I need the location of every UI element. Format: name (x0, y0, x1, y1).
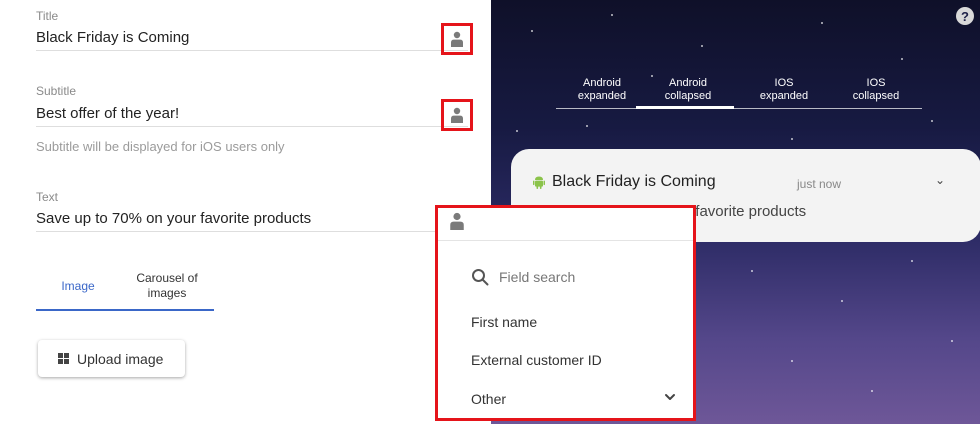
tab-android-collapsed[interactable]: Android collapsed (642, 77, 734, 107)
star (841, 300, 843, 302)
dropdown-item-other[interactable]: Other (471, 391, 506, 407)
tab-image[interactable]: Image (36, 263, 120, 309)
tab-ios-collapsed[interactable]: IOS collapsed (830, 77, 922, 107)
subtitle-hint: Subtitle will be displayed for iOS users… (36, 139, 285, 154)
grid-icon (58, 353, 69, 364)
star (791, 138, 793, 140)
tab-carousel-line1: Carousel of (136, 271, 198, 285)
notification-title: Black Friday is Coming (552, 173, 716, 190)
personalization-dropdown: Field search First name External custome… (435, 205, 696, 421)
media-tabs: Image Carousel of images (36, 263, 214, 311)
subtitle-field[interactable]: Best offer of the year! (36, 105, 179, 122)
field-search-placeholder: Field search (499, 269, 576, 285)
person-icon[interactable] (449, 212, 465, 230)
preview-tabs: Android expanded Android collapsed IOS e… (556, 77, 922, 110)
star (531, 30, 533, 32)
title-field[interactable]: Black Friday is Coming (36, 29, 189, 46)
ptab-line1: Android (669, 77, 707, 89)
text-underline (36, 231, 468, 232)
ptab-line1: IOS (774, 77, 794, 89)
star (911, 260, 913, 262)
form-panel: Title Black Friday is Coming Subtitle Be… (0, 0, 491, 424)
tab-carousel-line2: images (147, 286, 187, 300)
star (611, 14, 613, 16)
text-label: Text (36, 190, 59, 204)
subtitle-label: Subtitle (36, 84, 77, 98)
star (586, 125, 588, 127)
dropdown-item-first-name[interactable]: First name (471, 314, 537, 330)
upload-image-label: Upload image (77, 350, 164, 367)
ptab-line1: Android (583, 77, 621, 89)
tab-ios-expanded[interactable]: IOS expanded (738, 77, 830, 107)
preview-tab-active-indicator (636, 106, 734, 109)
ptab-line2: expanded (759, 90, 809, 102)
upload-image-button[interactable]: Upload image (38, 340, 185, 377)
chevron-down-icon[interactable] (664, 391, 676, 403)
preview-tabs-line (556, 108, 922, 109)
person-icon (451, 31, 463, 47)
android-icon (533, 176, 545, 189)
title-personalize-button[interactable] (441, 23, 473, 55)
person-icon (451, 107, 463, 123)
dropdown-item-external-customer-id[interactable]: External customer ID (471, 352, 602, 368)
tab-carousel-of-images[interactable]: Carousel of images (120, 263, 214, 309)
star (931, 120, 933, 122)
ptab-line2: collapsed (852, 90, 900, 102)
ptab-line2: collapsed (664, 90, 712, 102)
subtitle-underline (36, 126, 468, 127)
field-search[interactable]: Field search (471, 268, 575, 286)
notification-time: just now (797, 177, 842, 191)
chevron-down-icon[interactable]: ⌄ (935, 173, 945, 187)
star (751, 270, 753, 272)
subtitle-personalize-button[interactable] (441, 99, 473, 131)
dropdown-divider (438, 240, 693, 241)
ptab-line2: expanded (577, 90, 627, 102)
title-label: Title (36, 9, 59, 23)
tab-android-expanded[interactable]: Android expanded (556, 77, 648, 107)
star (871, 390, 873, 392)
star (951, 340, 953, 342)
star (516, 130, 518, 132)
ptab-line1: IOS (866, 77, 886, 89)
star (701, 45, 703, 47)
help-icon[interactable]: ? (956, 7, 974, 25)
tabs-underline (36, 309, 214, 311)
search-icon (472, 269, 489, 286)
star (901, 58, 903, 60)
star (791, 360, 793, 362)
title-underline (36, 50, 468, 51)
star (821, 22, 823, 24)
text-field[interactable]: Save up to 70% on your favorite products (36, 210, 311, 227)
